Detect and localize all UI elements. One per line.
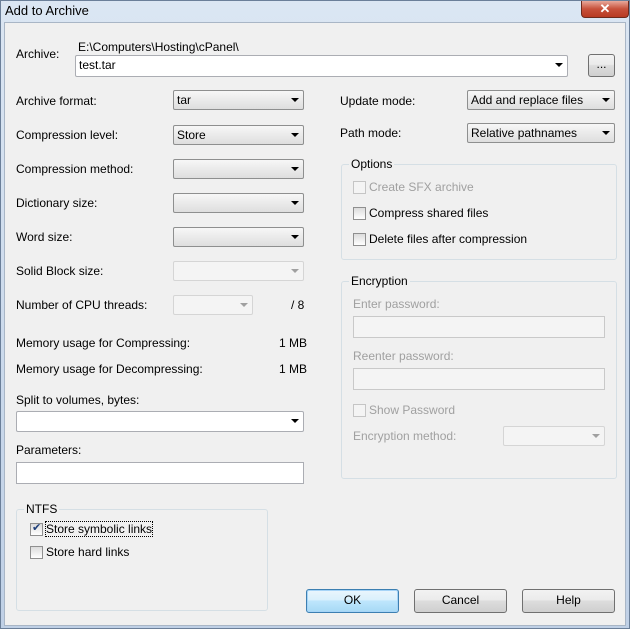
chevron-down-icon — [291, 269, 299, 273]
cpu-threads-max: / 8 — [291, 298, 305, 312]
split-volumes-combo[interactable] — [16, 411, 304, 432]
chevron-down-icon — [291, 235, 299, 239]
archive-label: Archive: — [16, 47, 60, 61]
chevron-down-icon — [291, 167, 299, 171]
parameters-label: Parameters: — [16, 443, 82, 457]
archive-format-label: Archive format: — [16, 94, 97, 108]
chevron-down-icon — [592, 434, 600, 438]
ok-button[interactable]: OK — [306, 589, 399, 613]
encryption-method-select[interactable] — [503, 426, 605, 446]
encryption-group: Encryption Enter password: Reenter passw… — [341, 274, 617, 479]
word-size-select[interactable] — [173, 227, 304, 247]
browse-button[interactable]: ... — [588, 54, 615, 77]
archive-name-value: test.tar — [79, 58, 116, 72]
store-hard-links-label[interactable]: Store hard links — [46, 545, 129, 559]
cancel-button[interactable]: Cancel — [414, 589, 507, 613]
ntfs-group: NTFS Store symbolic links Store hard lin… — [16, 502, 268, 611]
cpu-threads-select[interactable] — [173, 295, 253, 315]
store-symbolic-links-label[interactable]: Store symbolic links — [44, 521, 154, 537]
update-mode-value: Add and replace files — [471, 93, 584, 107]
parameters-input[interactable] — [16, 462, 304, 484]
show-password-checkbox[interactable] — [353, 404, 366, 417]
archive-format-select[interactable]: tar — [173, 90, 304, 110]
delete-after-checkbox[interactable] — [353, 233, 366, 246]
mem-compress-label: Memory usage for Compressing: — [16, 336, 191, 350]
compress-shared-checkbox[interactable] — [353, 207, 366, 220]
mem-decompress-label: Memory usage for Decompressing: — [16, 362, 203, 376]
dictionary-size-select[interactable] — [173, 193, 304, 213]
solid-block-size-label: Solid Block size: — [16, 264, 104, 278]
path-mode-label: Path mode: — [340, 126, 402, 140]
archive-name-combo[interactable]: test.tar — [75, 55, 568, 77]
mem-decompress-value: 1 MB — [279, 362, 308, 376]
path-mode-select[interactable]: Relative pathnames — [467, 123, 615, 143]
compression-method-select[interactable] — [173, 159, 304, 179]
create-sfx-label[interactable]: Create SFX archive — [369, 180, 474, 194]
cpu-threads-label: Number of CPU threads: — [16, 298, 148, 312]
chevron-down-icon — [602, 131, 610, 135]
close-button[interactable]: ✕ — [581, 1, 629, 18]
add-to-archive-dialog: Add to Archive ✕ Archive: E:\Computers\H… — [0, 0, 630, 629]
create-sfx-checkbox[interactable] — [353, 181, 366, 194]
show-password-label[interactable]: Show Password — [369, 403, 455, 417]
solid-block-size-select[interactable] — [173, 261, 304, 281]
window-title: Add to Archive — [5, 3, 89, 18]
chevron-down-icon — [291, 133, 299, 137]
word-size-label: Word size: — [16, 230, 73, 244]
encryption-method-label: Encryption method: — [353, 429, 457, 443]
compression-level-select[interactable]: Store — [173, 125, 304, 145]
compression-method-label: Compression method: — [16, 162, 134, 176]
options-group-title: Options — [349, 157, 395, 171]
title-bar[interactable]: Add to Archive ✕ — [1, 1, 629, 21]
close-icon: ✕ — [599, 1, 611, 16]
chevron-down-icon — [291, 98, 299, 102]
chevron-down-icon — [240, 303, 248, 307]
chevron-down-icon — [602, 98, 610, 102]
update-mode-label: Update mode: — [340, 94, 416, 108]
archive-format-value: tar — [177, 93, 192, 107]
enter-password-label: Enter password: — [353, 297, 440, 311]
options-group: Options Create SFX archive Compress shar… — [341, 157, 617, 260]
help-button[interactable]: Help — [522, 589, 615, 613]
compression-level-label: Compression level: — [16, 128, 119, 142]
delete-after-label[interactable]: Delete files after compression — [369, 232, 527, 246]
store-symbolic-links-checkbox[interactable] — [30, 521, 43, 536]
path-mode-value: Relative pathnames — [471, 126, 578, 140]
mem-compress-value: 1 MB — [279, 336, 308, 350]
encryption-group-title: Encryption — [349, 274, 410, 288]
chevron-down-icon — [555, 63, 563, 67]
dictionary-size-label: Dictionary size: — [16, 196, 98, 210]
chevron-down-icon — [291, 201, 299, 205]
ntfs-group-title: NTFS — [24, 502, 60, 516]
chevron-down-icon — [291, 419, 299, 423]
compression-level-value: Store — [177, 128, 206, 142]
update-mode-select[interactable]: Add and replace files — [467, 90, 615, 110]
reenter-password-label: Reenter password: — [353, 349, 454, 363]
split-volumes-label: Split to volumes, bytes: — [16, 393, 140, 407]
compress-shared-label[interactable]: Compress shared files — [369, 206, 488, 220]
enter-password-input[interactable] — [353, 316, 605, 338]
archive-path: E:\Computers\Hosting\cPanel\ — [78, 40, 239, 54]
reenter-password-input[interactable] — [353, 368, 605, 390]
store-hard-links-checkbox[interactable] — [30, 546, 43, 559]
dialog-body: Archive: E:\Computers\Hosting\cPanel\ te… — [4, 22, 626, 626]
